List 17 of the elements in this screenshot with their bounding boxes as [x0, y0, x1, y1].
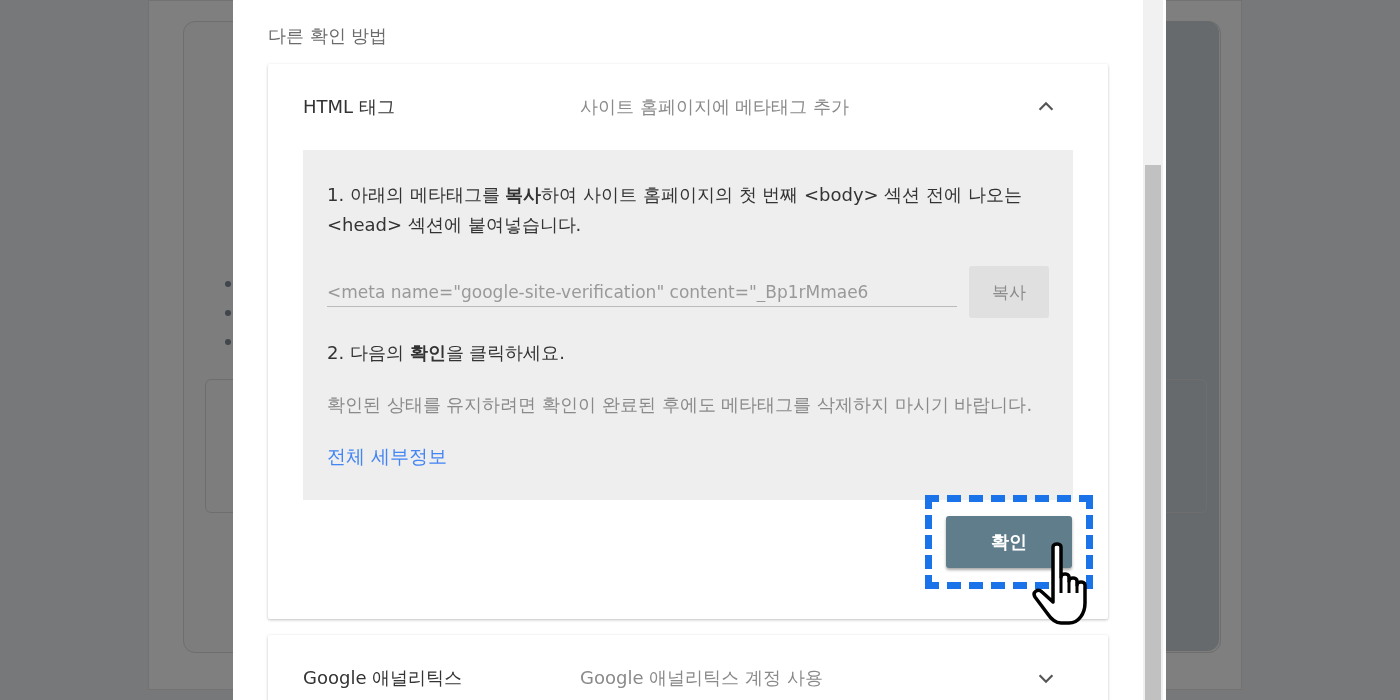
scrollbar-thumb[interactable]: [1145, 165, 1161, 700]
method-subtitle: 사이트 홈페이지에 메타태그 추가: [580, 95, 851, 119]
details-link[interactable]: 전체 세부정보: [327, 444, 448, 470]
bullet-icon: [225, 339, 231, 345]
bullet-icon: [225, 281, 231, 287]
method-title: HTML 태그: [303, 95, 396, 119]
bullet-icon: [225, 310, 231, 316]
step-text: 2. 다음의 확인을 클릭하세요.: [327, 341, 567, 365]
copy-button[interactable]: 복사: [969, 266, 1049, 318]
meta-tag-field[interactable]: <meta name="google-site-verification" content="_Bp1rMmae6: [327, 277, 957, 307]
method-title: Google 애널리틱스: [303, 666, 464, 690]
step-text: 1. 아래의 메타태그를 복사하여 사이트 홈페이지의 첫 번째 <body> 섹션 전에 나오는 <head> 섹션에 붙여넣습니다.: [327, 183, 1023, 237]
section-heading: 다른 확인 방법: [268, 24, 389, 48]
verify-button[interactable]: 확인: [946, 516, 1072, 568]
note-text: 확인된 상태를 유지하려면 확인이 완료된 후에도 메타태그를 삭제하지 마시기 바랍니다.: [327, 393, 1034, 417]
method-subtitle: Google 애널리틱스 계정 사용: [580, 666, 824, 690]
scrollbar[interactable]: [1143, 0, 1163, 700]
